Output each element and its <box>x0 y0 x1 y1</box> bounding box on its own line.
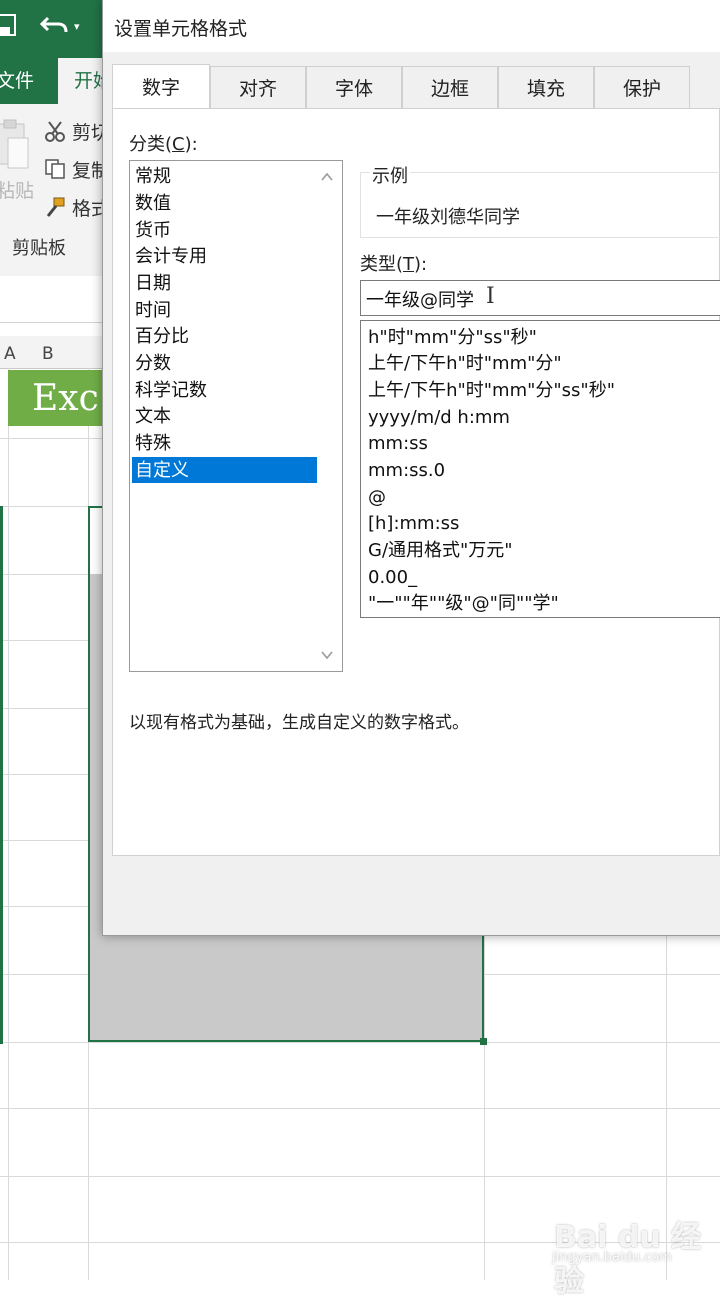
gridline <box>8 368 9 1280</box>
tab-alignment[interactable]: 对齐 <box>210 66 306 108</box>
format-code-item[interactable]: [h]:mm:ss <box>368 510 459 536</box>
tab-font[interactable]: 字体 <box>306 66 402 108</box>
format-code-item[interactable]: 上午/下午h"时"mm"分" <box>368 350 562 376</box>
category-item-date[interactable]: 日期 <box>132 270 317 296</box>
watermark-url: jingyan.baidu.com <box>552 1250 672 1265</box>
save-icon[interactable] <box>0 12 16 38</box>
type-label: 类型(T): <box>360 254 428 275</box>
format-code-item[interactable]: "一""年""级"@"同""学" <box>368 590 559 616</box>
custom-format-description: 以现有格式为基础，生成自定义的数字格式。 <box>129 713 469 733</box>
format-code-item[interactable]: 上午/下午h"时"mm"分"ss"秒" <box>368 377 615 403</box>
tab-file[interactable]: 文件 <box>0 66 34 93</box>
cut-button[interactable]: 剪切 <box>44 116 110 146</box>
sheet-title-text: Exc <box>32 378 99 419</box>
format-code-item[interactable]: 0.00_ <box>368 564 417 590</box>
category-item-percentage[interactable]: 百分比 <box>132 323 317 349</box>
sample-value: 一年级刘德华同学 <box>376 207 520 228</box>
category-item-currency[interactable]: 货币 <box>132 217 317 243</box>
text-cursor-icon: I <box>486 284 495 309</box>
category-item-scientific[interactable]: 科学记数 <box>132 377 317 403</box>
copy-button[interactable]: 复制 <box>44 154 110 184</box>
gridline <box>0 1108 720 1109</box>
category-item-text[interactable]: 文本 <box>132 403 317 429</box>
category-item-custom[interactable]: 自定义 <box>132 457 317 483</box>
undo-icon[interactable] <box>40 12 70 38</box>
format-code-item[interactable]: h"时"mm"分"ss"秒" <box>368 324 537 350</box>
selection-edge <box>0 506 3 1044</box>
format-code-item[interactable]: @ <box>368 484 386 510</box>
category-label: 分类(C): <box>129 134 198 155</box>
category-item-general[interactable]: 常规 <box>132 163 317 189</box>
format-code-list[interactable]: h"时"mm"分"ss"秒" 上午/下午h"时"mm"分" 上午/下午h"时"m… <box>360 320 720 618</box>
category-item-accounting[interactable]: 会计专用 <box>132 243 317 269</box>
copy-icon <box>45 159 65 179</box>
scroll-down-icon[interactable] <box>318 646 336 664</box>
gridline <box>0 1176 720 1177</box>
tab-protection[interactable]: 保护 <box>594 66 690 108</box>
column-header-b[interactable]: B <box>42 344 54 364</box>
format-code-item[interactable]: yyyy/m/d h:mm <box>368 404 510 430</box>
category-list[interactable]: 常规 数值 货币 会计专用 日期 时间 百分比 分数 科学记数 文本 特殊 自定… <box>129 160 343 672</box>
tab-fill[interactable]: 填充 <box>498 66 594 108</box>
format-code-item[interactable]: G/通用格式"万元" <box>368 537 513 563</box>
scissors-icon <box>45 121 65 142</box>
undo-dropdown-icon[interactable]: ▾ <box>74 20 80 33</box>
category-item-number[interactable]: 数值 <box>132 190 317 216</box>
format-painter-icon <box>46 197 65 217</box>
gridline <box>0 1042 720 1043</box>
format-code-item[interactable]: mm:ss <box>368 430 428 456</box>
tab-number[interactable]: 数字 <box>112 64 210 108</box>
sample-label: 示例 <box>370 162 410 188</box>
category-item-fraction[interactable]: 分数 <box>132 350 317 376</box>
clipboard-group-label: 剪贴板 <box>12 238 66 259</box>
category-item-time[interactable]: 时间 <box>132 297 317 323</box>
fill-handle[interactable] <box>480 1038 487 1045</box>
type-input-value: 一年级@同学 <box>366 290 474 311</box>
dialog-title: 设置单元格格式 <box>114 18 248 40</box>
tab-border[interactable]: 边框 <box>402 66 498 108</box>
category-item-special[interactable]: 特殊 <box>132 430 317 456</box>
paste-icon[interactable] <box>0 118 30 174</box>
column-header-a[interactable]: A <box>4 344 16 364</box>
format-code-item[interactable]: mm:ss.0 <box>368 457 445 483</box>
scroll-up-icon[interactable] <box>318 168 336 186</box>
paste-button-label[interactable]: 粘贴 <box>0 176 34 203</box>
format-painter-button[interactable]: 格式 <box>44 192 110 222</box>
